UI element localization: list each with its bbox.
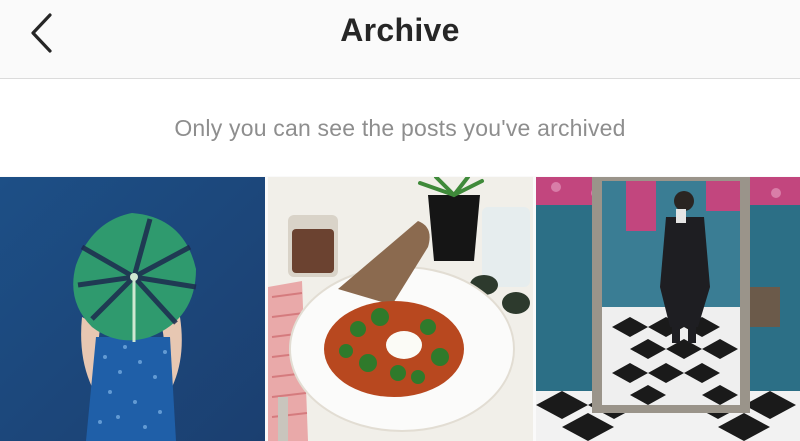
mirror-selfie-photo [536, 177, 800, 441]
monstera-leaf-photo [0, 177, 265, 441]
post-thumbnail-2[interactable] [268, 177, 533, 441]
post-thumbnail-1[interactable] [0, 177, 265, 441]
top-bar: Archive [0, 0, 800, 79]
page-title: Archive [340, 12, 460, 48]
archive-notice: Only you can see the posts you've archiv… [0, 79, 800, 176]
breakfast-plate-photo [268, 177, 533, 441]
archive-notice-text: Only you can see the posts you've archiv… [174, 115, 626, 141]
posts-grid [0, 177, 800, 441]
post-thumbnail-3[interactable] [536, 177, 800, 441]
